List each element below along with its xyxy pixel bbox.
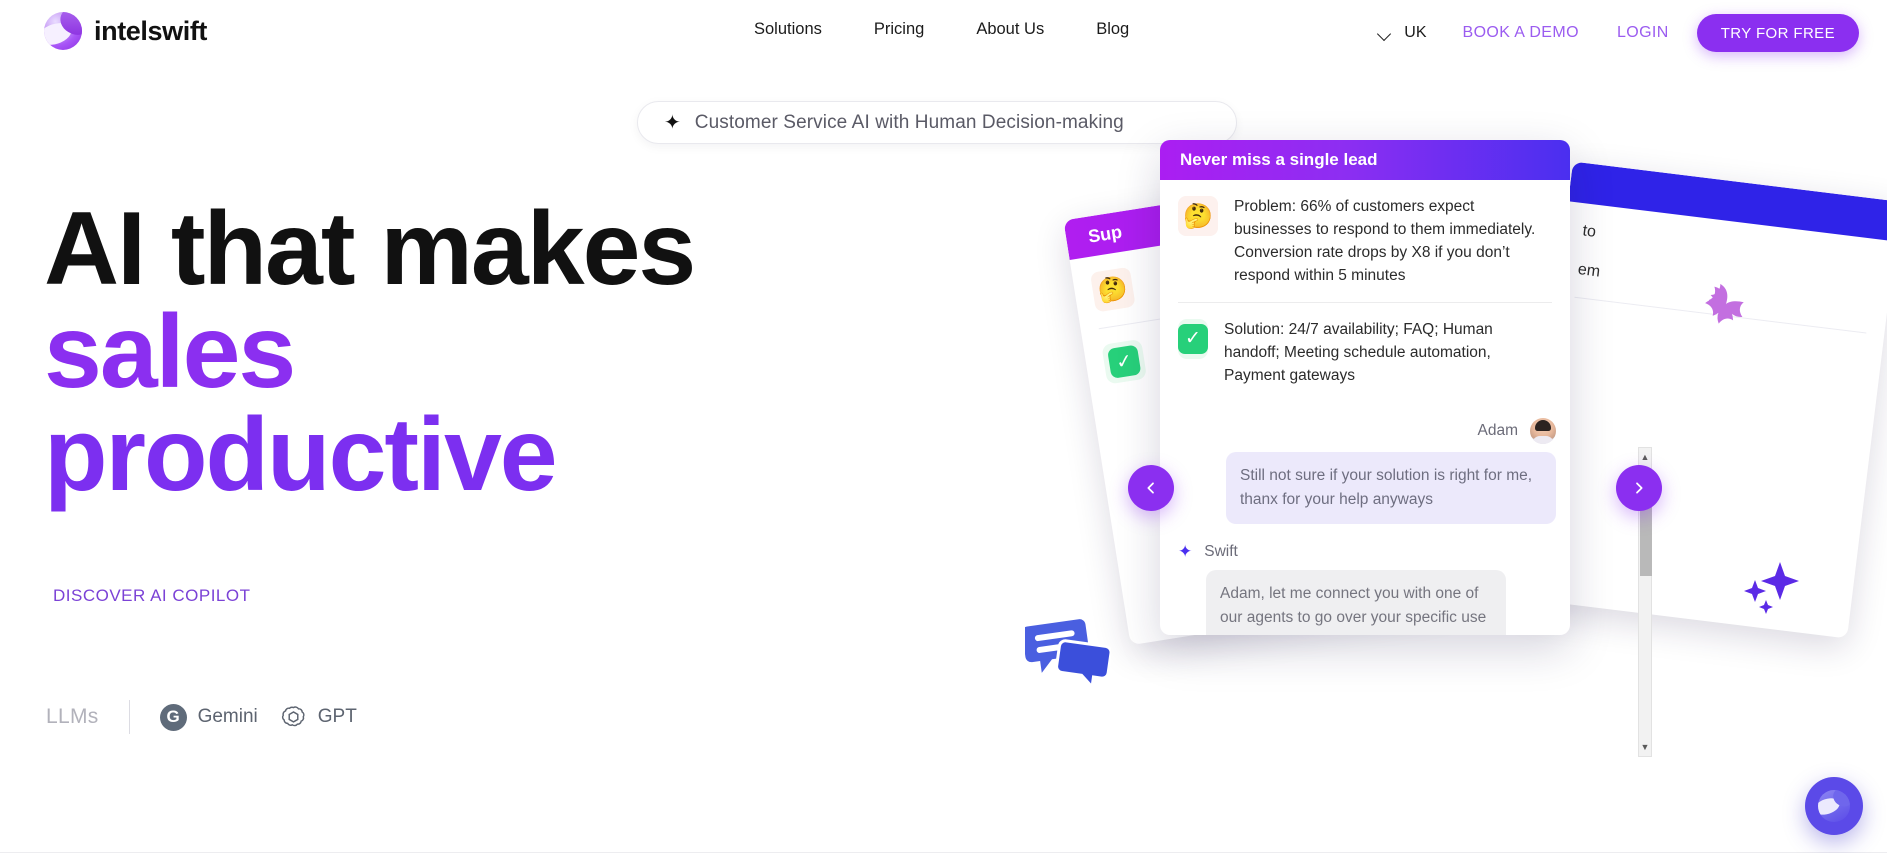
sparkles-decoration [1742, 560, 1804, 623]
locale-selector[interactable]: UK [1379, 24, 1426, 42]
chat-bubble-bot: Adam, let me connect you with one of our… [1206, 569, 1506, 635]
problem-row: 🤔 Problem: 66% of customers expect busin… [1160, 180, 1570, 302]
llm-item-gpt: GPT [280, 704, 357, 731]
pinwheel-decoration [1697, 275, 1755, 338]
nav-item-pricing[interactable]: Pricing [874, 20, 924, 39]
showcase-stage: Sup 🤔 ✓ to em Never miss a single lead 🤔… [1063, 140, 1887, 800]
scroll-down-arrow-icon[interactable]: ▼ [1639, 739, 1651, 755]
llm-item-gemini-label: Gemini [197, 706, 258, 727]
intelswift-logo-icon [1818, 790, 1850, 822]
llm-logos-row: LLMs G Gemini GPT [46, 700, 357, 734]
chat-message-user-header: Adam [1178, 417, 1556, 444]
nav-item-blog[interactable]: Blog [1096, 20, 1129, 39]
locale-label: UK [1404, 24, 1427, 41]
intelswift-logo-icon [44, 12, 82, 50]
chat-sender-name-bot: Swift [1204, 542, 1238, 560]
chevron-left-icon [1147, 482, 1154, 494]
background-card-right-fragment-1: to [1581, 222, 1597, 241]
chat-transcript: Adam Still not sure if your solution is … [1160, 402, 1570, 635]
hero-heading: AI that makes sales productive [44, 191, 696, 513]
book-a-demo-link[interactable]: BOOK A DEMO [1463, 24, 1579, 42]
background-card-left-text [1143, 264, 1154, 304]
problem-text: Problem: 66% of customers expect busines… [1234, 198, 1536, 284]
nav-item-about-us[interactable]: About Us [976, 20, 1044, 39]
thinking-face-emoji: 🤔 [1178, 196, 1218, 236]
carousel-prev-button[interactable] [1128, 465, 1174, 511]
header-actions: UK BOOK A DEMO LOGIN TRY FOR FREE [1379, 14, 1859, 52]
main-nav: Solutions Pricing About Us Blog [754, 20, 1129, 39]
chat-bubble-user: Still not sure if your solution is right… [1226, 451, 1556, 524]
llm-item-gemini: G Gemini [159, 703, 258, 731]
sparkle-icon: ✦ [1178, 541, 1193, 561]
nav-item-solutions[interactable]: Solutions [754, 20, 822, 39]
check-square-icon: ✓ [1101, 338, 1148, 385]
brand-name: intelswift [94, 15, 208, 46]
site-header: intelswift Solutions Pricing About Us Bl… [0, 0, 1887, 76]
scroll-up-arrow-icon[interactable]: ▲ [1639, 449, 1651, 465]
chevron-down-icon [1379, 29, 1392, 37]
hero-heading-line-2: sales [44, 293, 296, 410]
chevron-right-icon [1636, 482, 1643, 494]
llm-item-gpt-label: GPT [317, 706, 357, 727]
sparkle-icon: ✦ [664, 111, 681, 134]
brand-logo[interactable]: intelswift [44, 12, 207, 50]
hero-heading-line-1: AI that makes [44, 191, 696, 307]
user-avatar [1530, 417, 1556, 444]
chat-sender-name: Adam [1477, 421, 1519, 439]
feature-card-title: Never miss a single lead [1160, 140, 1570, 180]
feature-card: Never miss a single lead 🤔 Problem: 66% … [1160, 140, 1570, 635]
solution-text: Solution: 24/7 availability; FAQ; Human … [1224, 320, 1493, 384]
gemini-icon: G [159, 703, 187, 731]
try-for-free-button[interactable]: TRY FOR FREE [1696, 14, 1859, 52]
carousel-next-button[interactable] [1616, 465, 1662, 511]
divider [128, 700, 130, 734]
llm-label: LLMs [46, 705, 99, 728]
speech-bubbles-decoration [1022, 615, 1113, 692]
hero-badge: ✦ Customer Service AI with Human Decisio… [637, 101, 1237, 144]
landing-page: intelswift Solutions Pricing About Us Bl… [0, 0, 1887, 853]
solution-row: ✓ Solution: 24/7 availability; FAQ; Huma… [1160, 303, 1570, 402]
hero-heading-line-3: productive [44, 396, 558, 513]
background-card-right-fragment-2: em [1576, 261, 1602, 281]
openai-gpt-icon [280, 704, 307, 731]
login-link[interactable]: LOGIN [1617, 24, 1669, 42]
discover-ai-copilot-link[interactable]: DISCOVER AI COPILOT [53, 586, 251, 606]
check-square-icon: ✓ [1178, 318, 1208, 359]
chat-launcher-button[interactable] [1805, 777, 1863, 835]
chat-message-bot-header: ✦ Swift [1178, 542, 1556, 562]
hero-badge-text: Customer Service AI with Human Decision-… [694, 111, 1124, 133]
thinking-face-emoji: 🤔 [1089, 266, 1136, 313]
background-card-right: to em [1519, 161, 1887, 639]
